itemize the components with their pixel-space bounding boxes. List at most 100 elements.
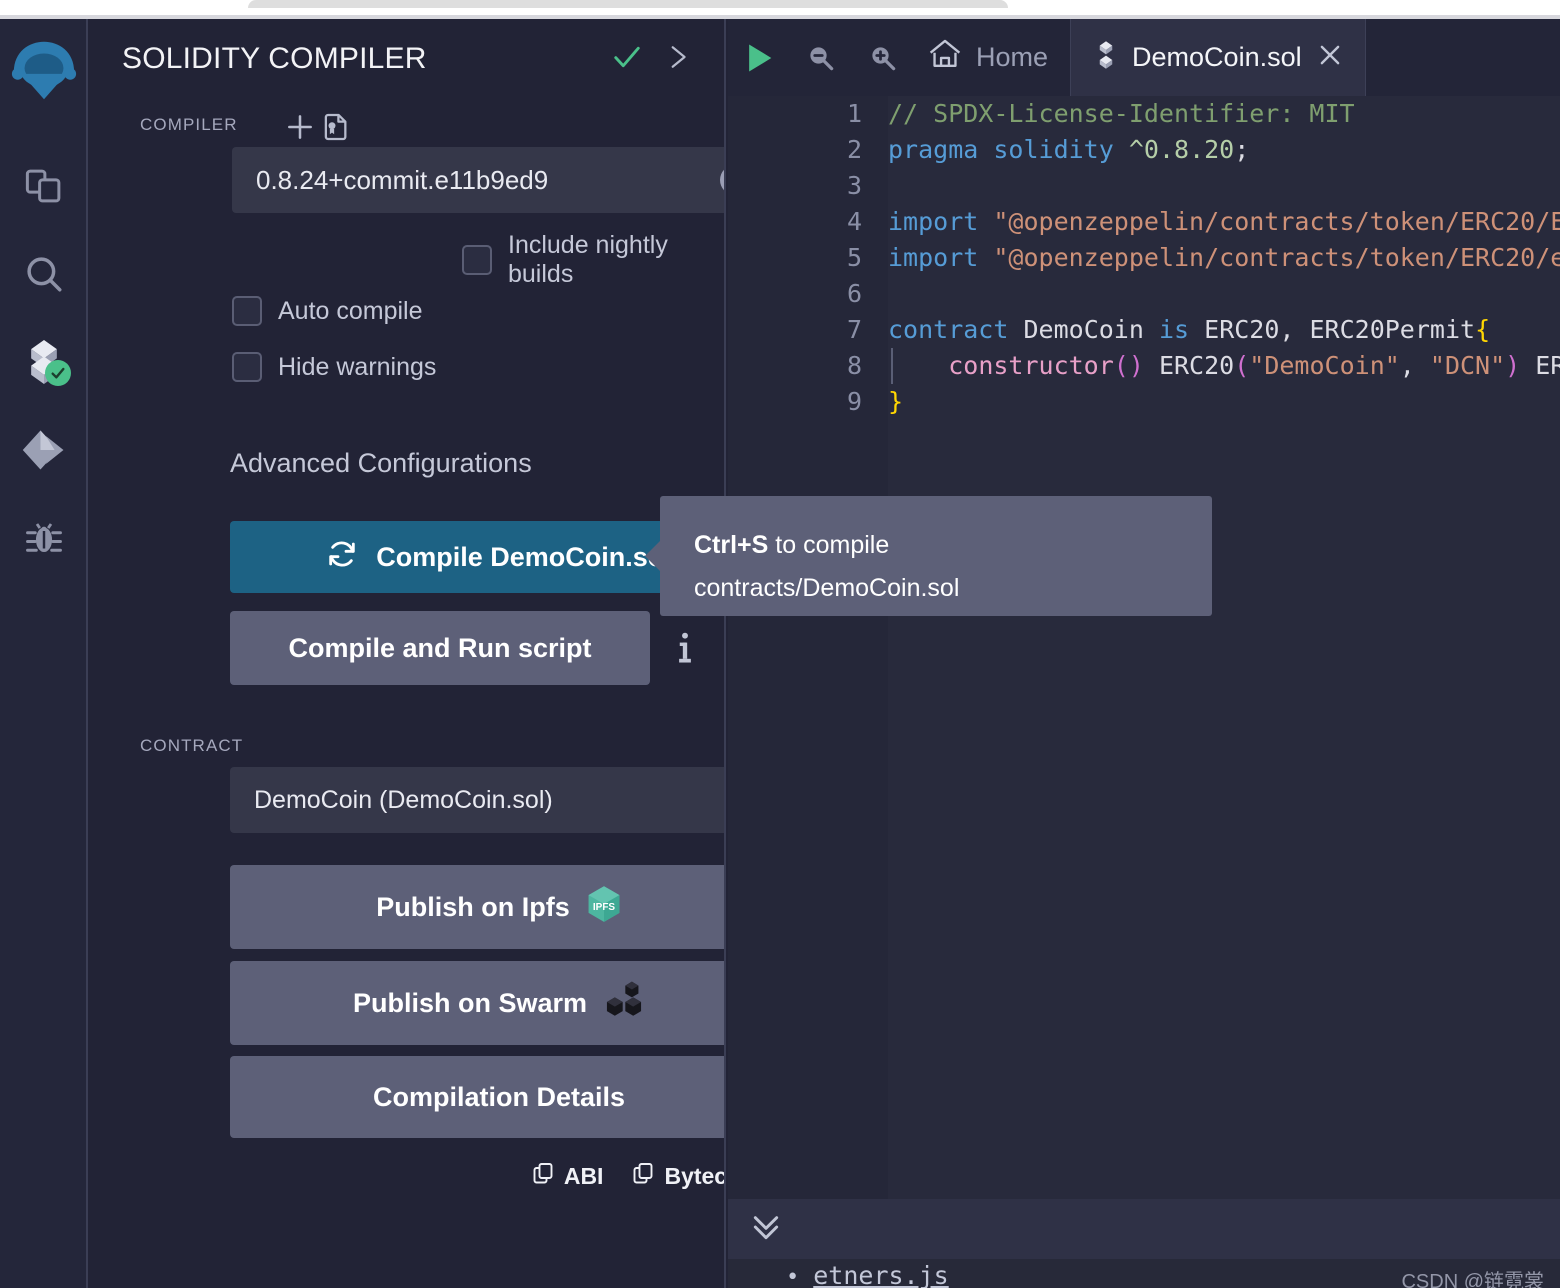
certificate-file-icon[interactable] xyxy=(320,111,352,148)
ipfs-icon: IPFS xyxy=(586,885,622,930)
info-icon[interactable] xyxy=(672,631,698,670)
terminal-link-ethers[interactable]: etners.js xyxy=(813,1261,948,1288)
code-line[interactable]: // SPDX-License-Identifier: MIT xyxy=(888,96,1560,132)
home-icon xyxy=(928,38,962,77)
code-token: is xyxy=(1158,315,1190,344)
code-token: "DemoCoin" xyxy=(1249,351,1400,380)
copy-abi-button[interactable]: ABI xyxy=(531,1160,603,1192)
compile-and-run-script-button[interactable]: Compile and Run script xyxy=(230,611,650,685)
code-line[interactable]: contract DemoCoin is ERC20, ERC20Permit{ xyxy=(888,312,1560,348)
contract-select[interactable]: DemoCoin (DemoCoin.sol) xyxy=(230,767,724,833)
zoom-in-icon[interactable] xyxy=(852,19,914,96)
tooltip-shortcut: Ctrl+S xyxy=(694,531,769,559)
code-token: ERC20, ERC20Permit xyxy=(1204,315,1476,344)
checkbox-box-icon xyxy=(462,245,492,275)
checkbox-auto-compile[interactable]: Auto compile xyxy=(232,296,423,326)
code-line[interactable]: pragma solidity ^0.8.20; xyxy=(888,132,1560,168)
tooltip-rest: to compile xyxy=(768,531,890,559)
compiled-check-badge-icon xyxy=(45,360,71,386)
compiler-version-value: 0.8.24+commit.e11b9ed9 xyxy=(256,164,549,195)
script-info-icons xyxy=(672,631,724,670)
tab-democoin-sol[interactable]: DemoCoin.sol xyxy=(1070,19,1366,96)
compiler-version-select[interactable]: 0.8.24+commit.e11b9ed9 xyxy=(232,147,724,213)
sidebar-item-file-explorer[interactable] xyxy=(8,153,80,219)
sidebar-item-debugger[interactable] xyxy=(8,505,80,571)
sidebar-item-solidity-compiler[interactable] xyxy=(8,329,80,395)
compile-and-run-label: Compile and Run script xyxy=(288,632,592,663)
code-lines[interactable]: // SPDX-License-Identifier: MIT pragma so… xyxy=(888,96,1560,1199)
zoom-out-icon[interactable] xyxy=(790,19,852,96)
code-line[interactable]: import "@openzeppelin/contracts/token/ER… xyxy=(888,204,1560,240)
copy-icon xyxy=(531,1160,555,1192)
run-icon[interactable] xyxy=(728,19,790,96)
code-token: solidity xyxy=(993,135,1114,164)
file-explorer-icon xyxy=(23,165,65,207)
code-line[interactable] xyxy=(888,168,1560,204)
app-root: SOLIDITY COMPILER COMPILER 0.8.24+commit… xyxy=(0,0,1560,1288)
compilation-details-label: Compilation Details xyxy=(372,1081,626,1112)
code-token: constructor xyxy=(948,351,1114,380)
debugger-bug-icon xyxy=(23,516,65,560)
tab-home[interactable]: Home xyxy=(914,19,1070,96)
code-token: } xyxy=(888,387,904,416)
terminal-header[interactable] xyxy=(728,1199,1560,1259)
tooltip-line-2: contracts/DemoCoin.sol xyxy=(694,574,960,602)
checkbox-include-nightly-builds[interactable]: Include nightly builds xyxy=(462,231,724,289)
code-token: import xyxy=(888,207,979,236)
line-number: 3 xyxy=(846,171,862,200)
code-token: ( xyxy=(1234,351,1250,380)
check-icon[interactable] xyxy=(612,42,642,77)
remix-logo-icon[interactable] xyxy=(8,36,80,106)
sidebar-item-deploy-run[interactable] xyxy=(8,417,80,483)
chevron-right-icon[interactable] xyxy=(664,42,690,77)
line-number: 1 xyxy=(846,99,862,128)
copy-bytecode-button[interactable]: Bytecode xyxy=(631,1160,726,1192)
contract-value: DemoCoin (DemoCoin.sol) xyxy=(254,785,553,814)
copy-bytecode-label: Bytecode xyxy=(664,1162,726,1189)
code-editor[interactable]: 1 2 3 4 5 6 7 8 9 // SPDX-License-Identifier: MI… xyxy=(728,96,1560,1199)
line-number: 6 xyxy=(846,279,862,308)
line-number: 2 xyxy=(846,135,862,164)
publish-ipfs-label: Publish on Ipfs xyxy=(376,891,570,922)
checkbox-label: Include nightly builds xyxy=(508,231,668,288)
line-number: 9 xyxy=(846,387,862,416)
code-token: ERC20 xyxy=(1143,351,1235,380)
line-number: 4 xyxy=(846,207,862,236)
code-line[interactable]: import "@openzeppelin/contracts/token/ER… xyxy=(888,240,1560,276)
publish-on-ipfs-button[interactable]: Publish on Ipfs IPFS xyxy=(230,865,724,949)
code-token: ERC2 xyxy=(1535,351,1560,380)
compilation-details-button[interactable]: Compilation Details xyxy=(230,1056,724,1138)
panel-header-icons xyxy=(612,42,698,77)
deploy-run-icon xyxy=(21,428,67,472)
terminal-body[interactable]: • etners.js CSDN @链霓裳 xyxy=(728,1259,1560,1288)
compile-tooltip: Ctrl+S to compile contracts/DemoCoin.sol xyxy=(645,496,1212,616)
compile-button-label: Compile DemoCoin.sol xyxy=(376,541,672,572)
code-line[interactable]: } xyxy=(888,384,1560,420)
compiler-label: COMPILER xyxy=(140,115,238,134)
swarm-icon xyxy=(603,980,645,1027)
code-line[interactable]: constructor() ERC20("DemoCoin", "DCN") E… xyxy=(888,348,1560,384)
publish-on-swarm-button[interactable]: Publish on Swarm xyxy=(230,961,724,1045)
code-token: DemoCoin xyxy=(1023,315,1144,344)
chevron-double-down-icon[interactable] xyxy=(750,1211,782,1248)
code-token: contract xyxy=(888,315,1009,344)
solidity-file-icon xyxy=(1095,40,1117,75)
page-title: SOLIDITY COMPILER xyxy=(122,42,427,75)
line-number: 7 xyxy=(846,315,862,344)
browser-tab-edge[interactable] xyxy=(248,0,1008,8)
spinner-updown-icon xyxy=(720,165,724,195)
sidebar-item-search[interactable] xyxy=(8,241,80,307)
plus-icon[interactable] xyxy=(284,111,316,148)
close-icon[interactable] xyxy=(1317,42,1343,73)
copy-icon xyxy=(631,1160,655,1192)
code-line[interactable] xyxy=(888,276,1560,312)
tab-label: DemoCoin.sol xyxy=(1132,42,1302,72)
terminal-list-item: • etners.js xyxy=(786,1261,949,1288)
advanced-configurations-toggle[interactable]: Advanced Configurations xyxy=(230,439,724,487)
checkbox-hide-warnings[interactable]: Hide warnings xyxy=(232,352,436,382)
